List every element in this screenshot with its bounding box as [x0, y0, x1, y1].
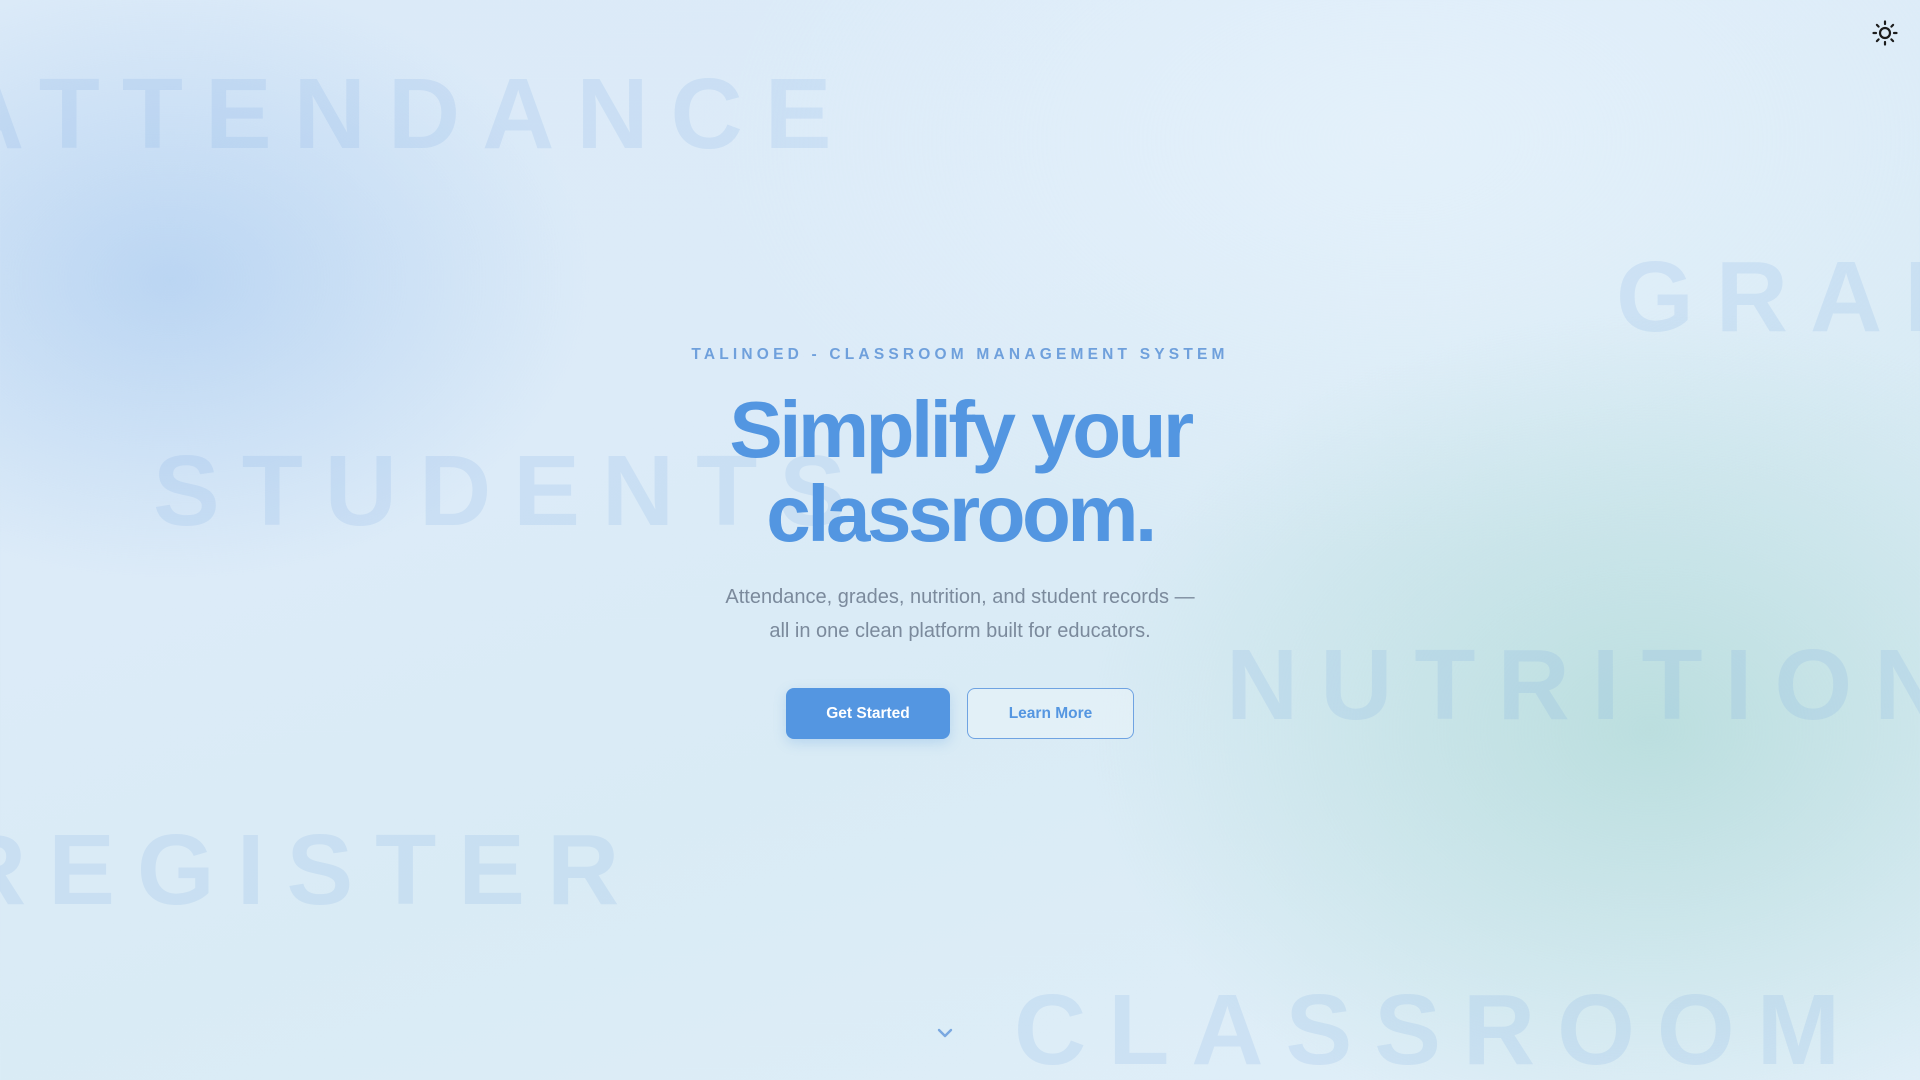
theme-toggle-button[interactable]: [1870, 19, 1900, 51]
scroll-down-button[interactable]: [934, 1026, 956, 1044]
hero-headline-line-1: Simplify your: [729, 385, 1194, 474]
sun-icon: [1872, 19, 1898, 51]
background-word-register: REGISTER: [0, 814, 642, 926]
get-started-button[interactable]: Get Started: [786, 688, 950, 739]
hero-subtitle: Attendance, grades, nutrition, and stude…: [0, 580, 1920, 648]
background-word-attendance: ATTENDANCE: [0, 58, 854, 170]
hero-headline-line-2: classroom.: [766, 469, 1157, 558]
hero-actions: Get Started Learn More: [0, 688, 1920, 739]
hero-headline: Simplify your classroom.: [0, 388, 1920, 556]
hero-subtitle-line-1: Attendance, grades, nutrition, and stude…: [725, 586, 1195, 608]
hero-eyebrow: TALINOED - CLASSROOM MANAGEMENT SYSTEM: [691, 346, 1229, 363]
background-word-grades: GRADES: [1616, 241, 1920, 353]
background-word-classroom: CLASSROOM: [1014, 974, 1862, 1080]
learn-more-button[interactable]: Learn More: [967, 688, 1134, 739]
chevron-down-icon: [936, 1026, 954, 1044]
hero-subtitle-line-2: all in one clean platform built for educ…: [769, 620, 1151, 642]
